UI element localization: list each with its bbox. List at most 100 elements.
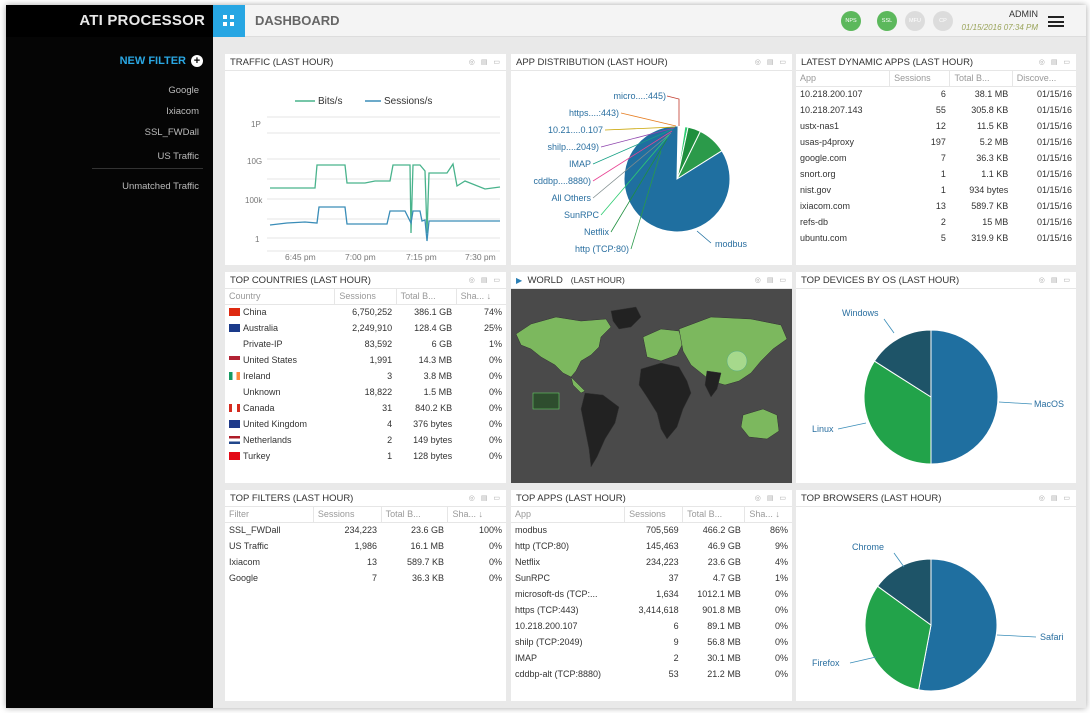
pie-slice[interactable] — [930, 329, 999, 465]
column-header[interactable]: Filter — [225, 507, 314, 523]
country-row[interactable]: Turkey 1 128 bytes 0% — [225, 448, 506, 464]
xtick-label: 7:00 pm — [345, 252, 376, 262]
panel-controls-icon[interactable]: ◎ ▤ ▭ — [469, 272, 502, 289]
filter-item-us-traffic[interactable]: US Traffic — [157, 151, 199, 162]
flag-icon — [229, 372, 240, 380]
pie-label: shilp....2049) — [547, 142, 599, 152]
country-row[interactable]: United States 1,991 14.3 MB 0% — [225, 352, 506, 368]
filter-row[interactable]: US Traffic 1,986 16.1 MB 0% — [225, 538, 506, 554]
hamburger-menu-icon[interactable] — [1048, 16, 1064, 27]
column-header[interactable]: Total B... — [381, 507, 449, 523]
latest-app-row[interactable]: ubuntu.com 5 319.9 KB 01/15/16 — [796, 230, 1076, 246]
pie-label: Linux — [812, 424, 834, 434]
filter-row[interactable]: Google 7 36.3 KB 0% — [225, 570, 506, 586]
latest-app-row[interactable]: 10.218.200.107 6 38.1 MB 01/15/16 — [796, 86, 1076, 102]
map-legend-icon — [532, 392, 560, 410]
country-row[interactable]: Netherlands 2 149 bytes 0% — [225, 432, 506, 448]
app-row[interactable]: shilp (TCP:2049) 9 56.8 MB 0% — [511, 634, 792, 650]
country-row[interactable]: United Kingdom 4 376 bytes 0% — [225, 416, 506, 432]
country-row[interactable]: Private-IP 83,592 6 GB 1% — [225, 336, 506, 352]
filter-item-google[interactable]: Google — [168, 85, 199, 96]
filter-item-unmatched[interactable]: Unmatched Traffic — [122, 181, 199, 192]
pie-leader-line — [666, 95, 680, 126]
app-row[interactable]: https (TCP:443) 3,414,618 901.8 MB 0% — [511, 602, 792, 618]
expand-triangle-icon[interactable]: ▶ — [516, 276, 522, 285]
filter-row[interactable]: SSL_FWDall 234,223 23.6 GB 100% — [225, 522, 506, 538]
pie-label: IMAP — [569, 159, 591, 169]
app-row[interactable]: modbus 705,569 466.2 GB 86% — [511, 522, 792, 538]
flag-icon — [229, 420, 240, 428]
panel-controls-icon[interactable]: ◎ ▤ ▭ — [1039, 54, 1072, 71]
column-header[interactable]: App — [511, 507, 626, 523]
column-header[interactable]: Sessions — [624, 507, 684, 523]
new-filter-button[interactable]: NEW FILTER + — [120, 55, 203, 67]
filter-row[interactable]: Ixiacom 13 589.7 KB 0% — [225, 554, 506, 570]
column-header[interactable]: Sessions — [889, 71, 951, 87]
country-row[interactable]: China 6,750,252 386.1 GB 74% — [225, 304, 506, 320]
latest-app-row[interactable]: google.com 7 36.3 KB 01/15/16 — [796, 150, 1076, 166]
panel-title: TOP BROWSERS (LAST HOUR) — [801, 493, 942, 504]
devices-pie: MacOS Linux Windows — [812, 308, 1064, 465]
app-distribution-panel: APP DISTRIBUTION (LAST HOUR) ◎ ▤ ▭ micro.… — [511, 54, 792, 265]
status-cp-badge[interactable]: CP — [933, 11, 953, 31]
column-header[interactable]: Country — [225, 289, 336, 305]
filter-item-ssl-fwdall[interactable]: SSL_FWDall — [145, 127, 199, 138]
app-row[interactable]: cddbp-alt (TCP:8880) 53 21.2 MB 0% — [511, 666, 792, 682]
app-row[interactable]: IMAP 2 30.1 MB 0% — [511, 650, 792, 666]
column-header[interactable]: Total B... — [396, 289, 457, 305]
latest-app-row[interactable]: snort.org 1 1.1 KB 01/15/16 — [796, 166, 1076, 182]
ytick-label: 1 — [255, 235, 260, 244]
country-row[interactable]: Australia 2,249,910 128.4 GB 25% — [225, 320, 506, 336]
app-row[interactable]: Netflix 234,223 23.6 GB 4% — [511, 554, 792, 570]
pie-leader-line — [837, 422, 867, 430]
app-row[interactable]: http (TCP:80) 145,463 46.9 GB 9% — [511, 538, 792, 554]
column-header[interactable]: Sha... ↓ — [447, 507, 506, 523]
panel-controls-icon[interactable]: ◎ ▤ ▭ — [755, 490, 788, 507]
app-row[interactable]: 10.218.200.107 6 89.1 MB 0% — [511, 618, 792, 634]
xtick-label: 7:15 pm — [406, 252, 437, 262]
panel-controls-icon[interactable]: ◎ ▤ ▭ — [755, 54, 788, 71]
latest-app-row[interactable]: ustx-nas1 12 11.5 KB 01/15/16 — [796, 118, 1076, 134]
panel-controls-icon[interactable]: ◎ ▤ ▭ — [1039, 490, 1072, 507]
status-mfu-badge[interactable]: MFU — [905, 11, 925, 31]
panel-controls-icon[interactable]: ◎ ▤ ▭ — [469, 490, 502, 507]
flag-icon — [229, 356, 240, 364]
status-ssl-badge[interactable]: SSL — [877, 11, 897, 31]
column-header[interactable]: App — [796, 71, 891, 87]
column-header[interactable]: Sessions — [313, 507, 382, 523]
panel-title: TOP FILTERS (LAST HOUR) — [230, 493, 354, 504]
pie-leader-line — [696, 230, 712, 244]
column-header[interactable]: Sha... ↓ — [744, 507, 792, 523]
column-header[interactable]: Total B... — [682, 507, 746, 523]
country-row[interactable]: Ireland 3 3.8 MB 0% — [225, 368, 506, 384]
world-map[interactable] — [511, 289, 792, 483]
panel-controls-icon[interactable]: ◎ ▤ ▭ — [469, 54, 502, 71]
column-header[interactable]: Sha... ↓ — [456, 289, 506, 305]
panel-title: LATEST DYNAMIC APPS (LAST HOUR) — [801, 57, 974, 68]
flag-icon — [229, 340, 240, 348]
latest-apps-panel: LATEST DYNAMIC APPS (LAST HOUR) ◎ ▤ ▭ App… — [796, 54, 1076, 265]
panel-controls-icon[interactable]: ◎ ▤ ▭ — [755, 272, 788, 289]
pie-leader-line — [620, 112, 677, 127]
pie-label: SunRPC — [564, 210, 600, 220]
pie-leader-line — [996, 634, 1037, 638]
filter-item-ixiacom[interactable]: Ixiacom — [166, 106, 199, 117]
column-header[interactable]: Discove... — [1012, 71, 1076, 87]
latest-app-row[interactable]: usas-p4proxy 197 5.2 MB 01/15/16 — [796, 134, 1076, 150]
country-row[interactable]: Canada 31 840.2 KB 0% — [225, 400, 506, 416]
top-bar: DASHBOARD NPS SSL MFU CP ADMIN 01/15/2016… — [213, 5, 1086, 37]
latest-app-row[interactable]: 10.218.207.143 55 305.8 KB 01/15/16 — [796, 102, 1076, 118]
column-header[interactable]: Sessions — [334, 289, 397, 305]
latest-app-row[interactable]: ixiacom.com 13 589.7 KB 01/15/16 — [796, 198, 1076, 214]
column-header[interactable]: Total B... — [949, 71, 1013, 87]
latest-app-row[interactable]: nist.gov 1 934 bytes 01/15/16 — [796, 182, 1076, 198]
status-nps-badge[interactable]: NPS — [841, 11, 861, 31]
latest-app-row[interactable]: refs-db 2 15 MB 01/15/16 — [796, 214, 1076, 230]
app-row[interactable]: SunRPC 37 4.7 GB 1% — [511, 570, 792, 586]
country-row[interactable]: Unknown 18,822 1.5 MB 0% — [225, 384, 506, 400]
panel-controls-icon[interactable]: ◎ ▤ ▭ — [1039, 272, 1072, 289]
app-row[interactable]: microsoft-ds (TCP:... 1,634 1012.1 MB 0% — [511, 586, 792, 602]
countries-table: Country Sessions Total B... Sha... ↓ China 6,… — [225, 289, 506, 464]
grid-menu-button[interactable] — [213, 5, 245, 37]
user-info[interactable]: ADMIN 01/15/2016 07:34 PM — [961, 8, 1038, 34]
